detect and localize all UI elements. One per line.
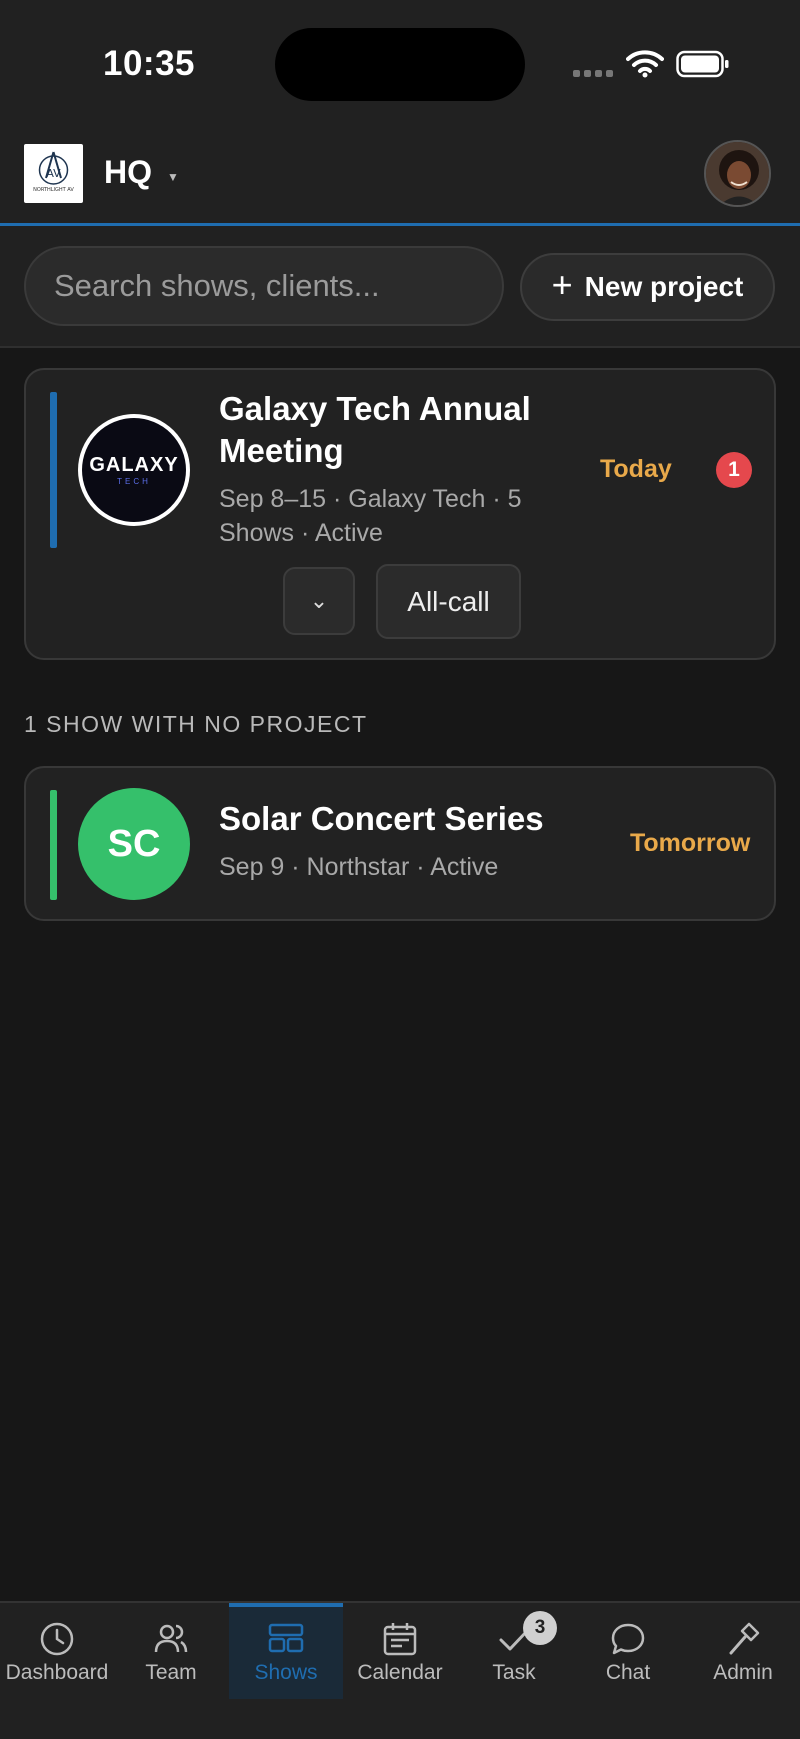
cellular-signal-icon — [573, 70, 613, 78]
section-label: 1 SHOW WITH NO PROJECT — [24, 711, 368, 737]
nav-item-dashboard[interactable]: Dashboard — [0, 1603, 114, 1699]
chat-bubble-icon — [611, 1623, 645, 1655]
plus-icon: + — [551, 264, 573, 305]
alert-badge: 1 — [716, 452, 752, 488]
bottom-nav: Dashboard Team Shows Calendar Task 3 Cha… — [0, 1601, 800, 1739]
org-switcher[interactable]: HQ — [104, 154, 152, 191]
battery-icon — [676, 50, 729, 78]
nav-label: Team — [145, 1661, 197, 1684]
status-time: 10:35 — [103, 44, 196, 83]
northlight-logo-icon: AV NORTHLIGHT AV — [33, 151, 74, 193]
caret-down-icon[interactable]: ▼ — [167, 170, 179, 184]
nav-item-admin[interactable]: Admin — [686, 1603, 800, 1699]
task-count-badge: 3 — [523, 1611, 557, 1645]
project-when-label: Today — [600, 455, 672, 483]
nav-label: Calendar — [357, 1661, 443, 1684]
nav-label: Shows — [254, 1661, 318, 1684]
project-meta: Sep 8–15 · Galaxy Tech · 5 Shows · Activ… — [219, 485, 522, 547]
toolbar: + New project — [0, 226, 800, 348]
new-project-label: New project — [584, 271, 744, 302]
nav-item-chat[interactable]: Chat — [571, 1603, 685, 1699]
galaxy-tech-logo: GALAXY TECH — [78, 414, 190, 526]
hammer-icon — [729, 1622, 760, 1655]
show-initials-avatar: SC — [78, 788, 190, 900]
status-bar: 10:35 — [0, 0, 800, 130]
show-title: Solar Concert Series — [219, 800, 544, 837]
card-accent-bar — [50, 392, 57, 548]
search-input[interactable] — [24, 246, 504, 326]
nav-item-team[interactable]: Team — [114, 1603, 228, 1699]
wifi-icon — [626, 50, 664, 78]
project-title: Galaxy Tech Annual Meeting — [219, 390, 531, 469]
people-icon — [154, 1624, 188, 1653]
calendar-icon — [383, 1623, 417, 1656]
show-when-label: Tomorrow — [630, 829, 751, 857]
card-accent-bar — [50, 790, 57, 900]
nav-label: Dashboard — [5, 1661, 109, 1684]
chevron-down-icon[interactable]: ⌄ — [283, 567, 355, 635]
show-meta: Sep 9 · Northstar · Active — [219, 853, 499, 881]
dynamic-island — [275, 28, 525, 101]
clock-icon — [40, 1622, 74, 1656]
all-call-button[interactable]: All-call — [376, 564, 521, 639]
logo-text: GALAXY — [89, 454, 179, 476]
svg-text:NORTHLIGHT AV: NORTHLIGHT AV — [33, 187, 74, 193]
app-header: AV NORTHLIGHT AV HQ ▼ — [0, 130, 800, 226]
project-card[interactable]: GALAXY TECH Galaxy Tech Annual Meeting S… — [24, 368, 776, 660]
nav-item-shows[interactable]: Shows — [229, 1603, 343, 1699]
nav-label: Task — [492, 1661, 536, 1684]
nav-item-calendar[interactable]: Calendar — [343, 1603, 457, 1699]
show-card[interactable]: SC Solar Concert Series Sep 9 · Northsta… — [24, 766, 776, 921]
nav-label: Chat — [605, 1661, 651, 1684]
svg-text:AV: AV — [46, 167, 61, 180]
nav-label: Admin — [713, 1661, 773, 1684]
user-avatar[interactable] — [704, 140, 771, 207]
org-logo[interactable]: AV NORTHLIGHT AV — [24, 144, 83, 203]
logo-subtext: TECH — [117, 477, 151, 486]
new-project-button[interactable]: + New project — [520, 253, 775, 321]
shows-icon — [268, 1623, 304, 1653]
